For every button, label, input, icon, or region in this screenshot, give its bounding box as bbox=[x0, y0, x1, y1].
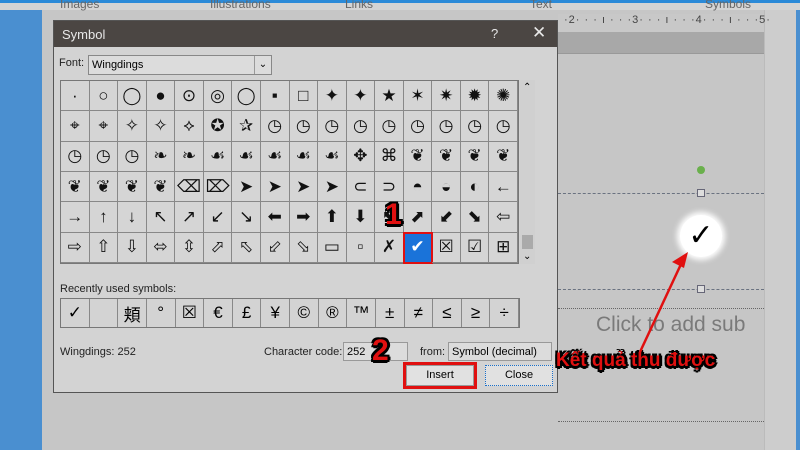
annotation-arrow bbox=[638, 252, 688, 353]
